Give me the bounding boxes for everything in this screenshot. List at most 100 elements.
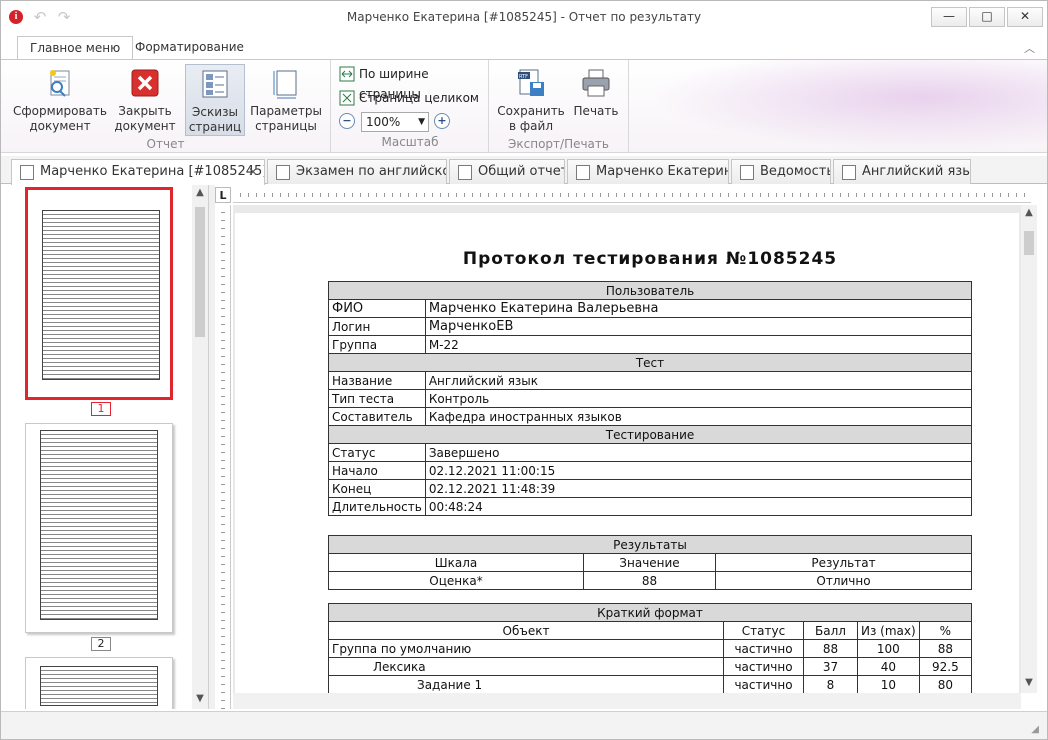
field-value: 02.12.2021 11:00:15 [424,461,973,480]
bar-chart-icon [842,165,856,180]
scroll-up-icon[interactable]: ▲ [1021,207,1037,218]
thumbnail-content [42,210,160,380]
scrollbar-thumb[interactable] [195,207,205,337]
report-search-icon [20,165,34,180]
field-label: Название [328,371,426,390]
field-label: Тип теста [328,389,426,408]
field-label: Логин [328,317,426,336]
thumbnails-label: Эскизы страниц [188,105,242,134]
field-value: 00:48:24 [424,497,973,516]
doc-tab-label: Марченко Екатерина [#1085245] [40,164,265,179]
svg-text:RTF: RTF [519,74,528,80]
collapse-ribbon-icon[interactable]: ︿ [1024,40,1035,56]
table-cell: Отлично [715,571,972,590]
print-button[interactable]: Печать [567,64,625,136]
doc-tab-statement[interactable]: Ведомость [731,159,831,184]
scroll-down-icon[interactable]: ▼ [1021,677,1037,688]
scrollbar-thumb[interactable] [1024,231,1034,255]
table-row: Лексика частично 37 40 92.5 [328,657,973,676]
user-card-icon [576,165,590,180]
group-report-label: Отчет [146,137,185,151]
page-thumbnails-button[interactable]: Эскизы страниц [185,64,245,136]
table-cell: Группа по умолчанию [328,639,724,658]
generate-document-icon [44,67,76,99]
resize-grip-icon[interactable]: ◢ [1031,724,1039,735]
page-thumbnail-2[interactable] [25,423,173,633]
close-tab-icon[interactable]: ✕ [248,160,258,184]
table-cell: 100 [857,639,920,658]
save-to-file-label: Сохранить в файл [497,104,565,133]
doc-tab-user[interactable]: Марченко Екатерина [567,159,729,184]
app-window: i ↶ ↷ Марченко Екатерина [#1085245] - От… [0,0,1048,740]
table-cell: 40 [857,657,920,676]
zoom-out-icon[interactable]: − [339,113,355,129]
doc-tab-label: Английский язык [862,164,971,179]
save-to-file-button[interactable]: RTF Сохранить в файл [495,64,567,136]
column-header: Объект [328,621,724,640]
minimize-button[interactable]: — [931,7,967,27]
scroll-up-icon[interactable]: ▲ [192,187,208,198]
field-value: 02.12.2021 11:48:39 [424,479,973,498]
tab-main-menu[interactable]: Главное меню [17,36,134,61]
field-label: Группа [328,335,426,354]
horizontal-ruler[interactable] [233,187,1031,203]
scroll-down-icon[interactable]: ▼ [192,693,208,704]
page-number-1: 1 [91,402,111,416]
field-label: Начало [328,461,426,480]
thumbnail-scrollbar[interactable]: ▲ ▼ [192,185,208,709]
maximize-button[interactable]: □ [969,7,1005,27]
close-window-button[interactable]: ✕ [1007,7,1043,27]
document-icon [458,165,472,180]
doc-tab-label: Ведомость [760,164,831,179]
doc-tab-exam[interactable]: Экзамен по английскому [267,159,447,184]
generate-document-button[interactable]: Сформировать документ [11,64,109,136]
doc-tab-label: Экзамен по английскому [296,164,446,179]
test-section-header: Тест [328,353,972,372]
field-label: Статус [328,443,426,462]
close-document-label: Закрыть документ [114,104,176,133]
thumbnail-panel: 1 2 ▲ ▼ [1,185,209,709]
table-icon [740,165,754,180]
page-setup-icon [270,67,302,99]
whole-page-button[interactable]: Страница целиком [337,88,479,108]
column-header: Значение [583,553,716,572]
whole-page-label: Страница целиком [359,91,479,105]
report-page: Протокол тестирования №1085245 Пользоват… [235,213,1019,693]
vertical-ruler[interactable] [215,205,231,709]
ribbon-tabs: Главное меню Форматирование ︿ [1,34,1047,61]
whole-page-icon [339,90,355,106]
doc-tab-general-report[interactable]: Общий отчет [449,159,565,184]
tab-stop-selector[interactable]: L [215,187,231,203]
table-row: Задание 1 частично 8 10 80 [328,675,973,693]
page-number-2: 2 [91,637,111,651]
field-label: Длительность [328,497,426,516]
thumbnail-content [40,666,158,706]
preview-scrollbar[interactable]: ▲ ▼ [1021,205,1037,693]
page-thumbnail-1[interactable] [25,187,173,400]
report-title: Протокол тестирования №1085245 [462,249,838,269]
field-value: Марченко Екатерина Валерьевна [424,299,973,318]
table-cell: Задание 1 [328,675,724,693]
field-label: Конец [328,479,426,498]
doc-tab-english[interactable]: Английский язык [833,159,971,184]
page-setup-button[interactable]: Параметры страницы [247,64,325,136]
column-header: Шкала [328,553,584,572]
doc-tab-protocol[interactable]: Марченко Екатерина [#1085245] ✕ [11,159,265,185]
save-file-icon: RTF [515,67,547,99]
close-document-button[interactable]: Закрыть документ [107,64,183,136]
brief-format-table: Краткий формат Объект Статус Балл Из (ma… [328,603,973,693]
page-thumbnail-3[interactable] [25,657,173,709]
column-header: Статус [723,621,804,640]
table-cell: 10 [857,675,920,693]
ribbon-decoration [627,60,1047,152]
fit-page-width-button[interactable]: По ширине страницы [337,64,488,101]
zoom-select[interactable]: 100% ▼ [361,112,429,132]
zoom-in-icon[interactable]: + [434,113,450,129]
ribbon: Сформировать документ Закрыть документ Э… [1,59,1047,153]
column-header: Из (max) [857,621,920,640]
preview-horizontal-scrollbar[interactable] [233,693,1021,709]
tab-formatting[interactable]: Форматирование [123,36,256,60]
column-header: Балл [803,621,858,640]
table-cell: 37 [803,657,858,676]
info-table: Пользователь ФИО Марченко Екатерина Вале… [328,281,973,516]
